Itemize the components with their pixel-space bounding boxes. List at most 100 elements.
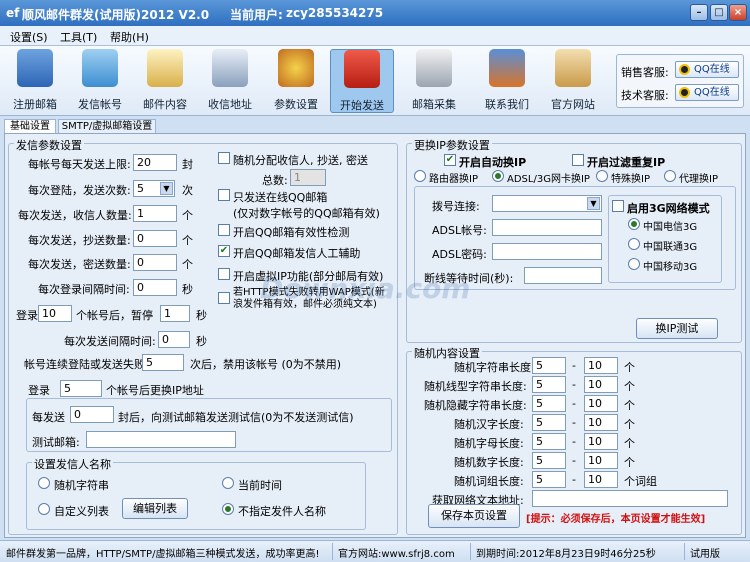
send-interval-input[interactable]: 0: [158, 331, 190, 348]
telecom-radio[interactable]: [628, 218, 640, 230]
rand-phrase-max-input[interactable]: 10: [584, 471, 618, 488]
app-logo-icon: ef: [6, 6, 20, 20]
total-input[interactable]: 1: [290, 169, 326, 186]
test-mail-input[interactable]: [86, 431, 236, 448]
start-sending-button[interactable]: 开始发送: [330, 49, 394, 113]
login-times-select[interactable]: 5 ▼: [133, 180, 175, 197]
parameter-settings-button[interactable]: 参数设置: [264, 49, 328, 113]
user-name: zcy285534275: [286, 6, 384, 20]
rand-hidden-max-input[interactable]: 10: [584, 395, 618, 412]
mobile-radio[interactable]: [628, 258, 640, 270]
rand-number-max-input[interactable]: 10: [584, 452, 618, 469]
rand-hanzi-min-input[interactable]: 5: [532, 414, 566, 431]
minimize-icon[interactable]: –: [690, 4, 708, 21]
qq-only-checkbox[interactable]: [218, 189, 230, 201]
tech-qq-button[interactable]: QQ在线: [675, 84, 739, 101]
test-count-input[interactable]: 0: [70, 406, 114, 423]
settings-icon: [278, 49, 314, 87]
sender-random-radio[interactable]: [38, 477, 50, 489]
random-cc-checkbox[interactable]: [218, 152, 230, 164]
sender-unspecified-radio[interactable]: [222, 503, 234, 515]
dial-select[interactable]: ▼: [492, 195, 602, 212]
status-bar: 邮件群发第一品牌，HTTP/SMTP/虚拟邮箱三种模式发送，成功率更高! 官方网…: [0, 540, 750, 562]
proxy-ip-radio[interactable]: [664, 170, 676, 182]
website-icon: [555, 49, 591, 87]
rand-phrase-min-input[interactable]: 5: [532, 471, 566, 488]
auto-ip-checkbox[interactable]: ✔: [444, 154, 456, 166]
change-ip-count-input[interactable]: 5: [60, 380, 102, 397]
sender-custom-radio[interactable]: [38, 503, 50, 515]
fail-count-input[interactable]: 5: [142, 354, 184, 371]
customer-service-box: 销售客服: QQ在线 技术客服: QQ在线: [616, 54, 744, 108]
sales-service-label: 销售客服:: [621, 66, 669, 79]
title-bar: ef 顺风邮件群发(试用版)2012 V2.0 当前用户: zcy2855342…: [0, 0, 750, 26]
sender-time-radio[interactable]: [222, 477, 234, 489]
chevron-down-icon: ▼: [587, 197, 600, 210]
tab-smtp-settings[interactable]: SMTP/虚拟邮箱设置: [58, 119, 156, 134]
ip-test-button[interactable]: 换IP测试: [636, 318, 718, 339]
mail-content-button[interactable]: 邮件内容: [133, 49, 197, 113]
rand-line-max-input[interactable]: 10: [584, 376, 618, 393]
recipient-address-button[interactable]: 收信地址: [198, 49, 262, 113]
menu-settings[interactable]: 设置(S): [10, 29, 48, 45]
net3g-checkbox[interactable]: [612, 200, 624, 212]
user-prefix: 当前用户:: [230, 8, 283, 22]
accounts-icon: [82, 49, 118, 87]
rand-hidden-min-input[interactable]: 5: [532, 395, 566, 412]
sales-qq-button[interactable]: QQ在线: [675, 61, 739, 78]
menu-tools[interactable]: 工具(T): [60, 29, 97, 45]
rand-number-min-input[interactable]: 5: [532, 452, 566, 469]
router-ip-radio[interactable]: [414, 170, 426, 182]
pause-count-input[interactable]: 10: [38, 305, 72, 322]
register-mailbox-button[interactable]: 注册邮箱: [3, 49, 67, 113]
login-interval-input[interactable]: 0: [133, 279, 177, 296]
rand-str-min-input[interactable]: 5: [532, 357, 566, 374]
address-icon: [212, 49, 248, 87]
save-hint: [提示：必须保存后，本页设置才能生效]: [526, 514, 706, 525]
pause-seconds-input[interactable]: 1: [160, 305, 190, 322]
window-title: 顺风邮件群发(试用版)2012 V2.0: [22, 8, 210, 22]
rand-hanzi-max-input[interactable]: 10: [584, 414, 618, 431]
status-expire: 到期时间:2012年8月23日9时46分25秒: [476, 549, 656, 560]
menu-help[interactable]: 帮助(H): [110, 29, 149, 45]
status-mode: 试用版: [690, 549, 720, 560]
register-icon: [17, 49, 53, 87]
status-slogan: 邮件群发第一品牌，HTTP/SMTP/虚拟邮箱三种模式发送，成功率更高!: [6, 549, 320, 560]
cc-input[interactable]: 0: [133, 230, 177, 247]
adsl-password-input[interactable]: [492, 243, 602, 260]
status-site[interactable]: 官方网站:www.sfrj8.com: [338, 545, 455, 560]
rand-str-max-input[interactable]: 10: [584, 357, 618, 374]
rand-letter-max-input[interactable]: 10: [584, 433, 618, 450]
contact-us-button[interactable]: 联系我们: [475, 49, 539, 113]
qq-assist-checkbox[interactable]: ✔: [218, 245, 230, 257]
wait-time-input[interactable]: [524, 267, 602, 284]
rand-letter-min-input[interactable]: 5: [532, 433, 566, 450]
daily-limit-input[interactable]: 20: [133, 154, 177, 171]
mailbox-icon: [344, 50, 380, 88]
watermark: Downxia.com: [260, 272, 471, 305]
fetch-url-input[interactable]: [532, 490, 728, 507]
recipients-input[interactable]: 1: [133, 205, 177, 222]
save-settings-button[interactable]: 保存本页设置: [428, 504, 520, 528]
virtual-ip-checkbox[interactable]: [218, 268, 230, 280]
adsl-ip-radio[interactable]: [492, 170, 504, 182]
tab-basic-settings[interactable]: 基础设置: [4, 119, 56, 134]
rand-line-min-input[interactable]: 5: [532, 376, 566, 393]
mailbox-collect-button[interactable]: 邮箱采集: [402, 49, 466, 113]
tech-service-label: 技术客服:: [621, 89, 669, 102]
sender-accounts-button[interactable]: 发信帐号: [68, 49, 132, 113]
special-ip-radio[interactable]: [596, 170, 608, 182]
qq-check-checkbox[interactable]: [218, 224, 230, 236]
unicom-radio[interactable]: [628, 238, 640, 250]
maximize-icon[interactable]: □: [710, 4, 728, 21]
edit-list-button[interactable]: 编辑列表: [122, 498, 188, 519]
close-icon[interactable]: ×: [729, 4, 747, 21]
adsl-user-input[interactable]: [492, 219, 602, 236]
official-site-button[interactable]: 官方网站: [541, 49, 605, 113]
http-fallback-checkbox[interactable]: [218, 292, 230, 304]
filter-dup-checkbox[interactable]: [572, 154, 584, 166]
content-icon: [147, 49, 183, 87]
bcc-input[interactable]: 0: [133, 254, 177, 271]
qq-penguin-icon: [679, 87, 690, 98]
menu-bar: 设置(S) 工具(T) 帮助(H): [0, 26, 750, 46]
